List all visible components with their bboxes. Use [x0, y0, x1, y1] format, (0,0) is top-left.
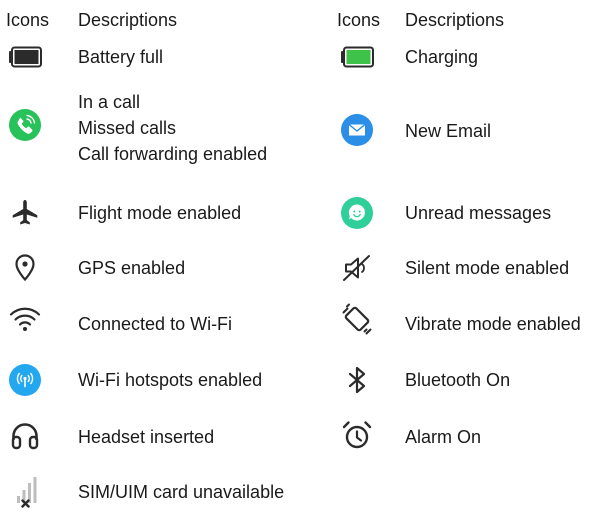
descriptions-header-left: Descriptions [78, 10, 178, 30]
wifi-description: Connected to Wi-Fi [78, 314, 233, 334]
sim-unavailable-icon [17, 477, 37, 508]
email-icon [341, 114, 373, 146]
vibrate-description: Vibrate mode enabled [405, 314, 581, 334]
email-description: New Email [405, 121, 492, 141]
phone-call-icon [9, 109, 41, 141]
battery-full-description: Battery full [78, 47, 164, 67]
alarm-icon [342, 421, 372, 449]
airplane-icon [12, 200, 38, 225]
icons-header-left: Icons [6, 10, 50, 30]
airplane-description: Flight mode enabled [78, 203, 242, 223]
wifi-icon [9, 307, 41, 331]
phone-call-description: In a call Missed calls Call forwarding e… [78, 92, 268, 164]
silent-mode-description: Silent mode enabled [405, 258, 570, 278]
hotspot-description: Wi-Fi hotspots enabled [78, 370, 263, 390]
headset-icon [11, 423, 39, 450]
location-pin-description: GPS enabled [78, 258, 186, 278]
battery-full-icon [9, 46, 42, 68]
alarm-description: Alarm On [405, 427, 482, 447]
bluetooth-description: Bluetooth On [405, 370, 511, 390]
icons-header-right: Icons [337, 10, 381, 30]
message-description: Unread messages [405, 203, 552, 223]
battery-charging-icon [341, 46, 374, 68]
bluetooth-icon [348, 366, 366, 394]
location-pin-icon [15, 254, 35, 282]
descriptions-header-right: Descriptions [405, 10, 505, 30]
sim-unavailable-description: SIM/UIM card unavailable [78, 482, 285, 502]
silent-mode-icon [343, 255, 370, 281]
battery-charging-description: Charging [405, 47, 479, 67]
headset-description: Headset inserted [78, 427, 215, 447]
hotspot-icon [9, 364, 41, 396]
vibrate-icon [342, 303, 372, 335]
message-icon [341, 197, 373, 229]
